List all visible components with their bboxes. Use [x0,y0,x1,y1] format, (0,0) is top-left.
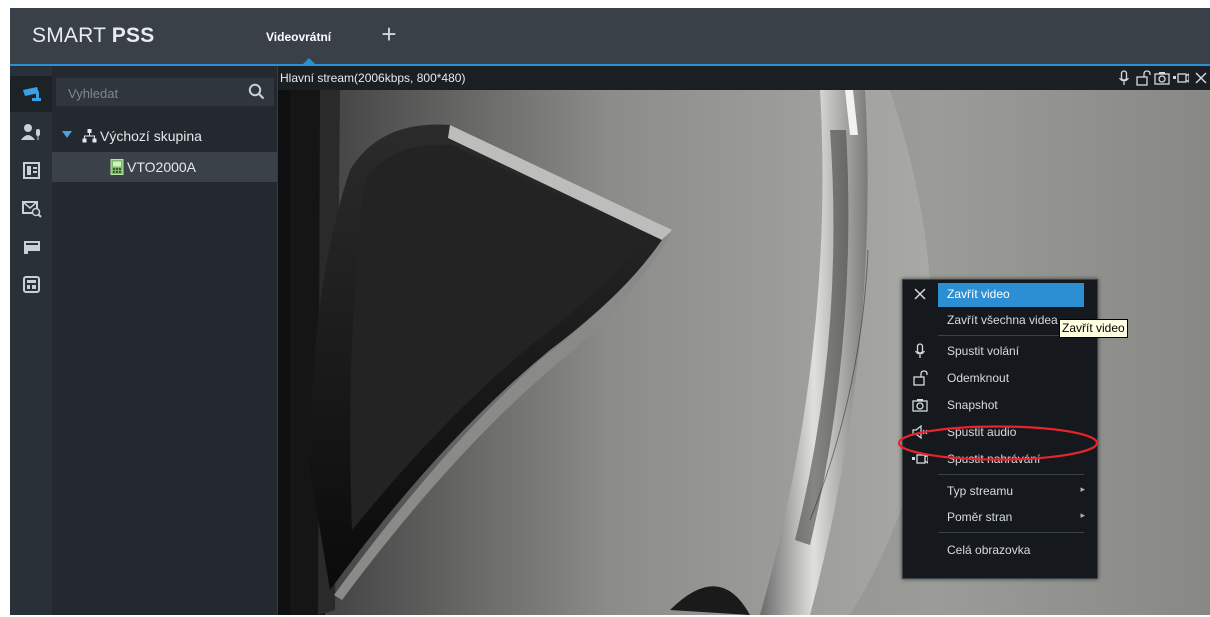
rail-item-door[interactable] [10,152,52,188]
search-input[interactable] [66,83,240,103]
tree-device-row[interactable]: VTO2000A [52,152,277,182]
unlock-icon[interactable] [1135,70,1151,86]
menu-item-label: Spustit volání [947,344,1020,358]
tooltip: Zavřít video [1059,319,1128,338]
menu-separator [938,532,1084,533]
menu-item-start-call[interactable]: Spustit volání [903,339,1097,363]
card-reader-icon [24,241,40,254]
door-icon [23,162,40,179]
group-tree-icon [82,129,97,143]
menu-item-label: Zavřít video [947,287,1010,301]
menu-item-unlock[interactable]: Odemknout [903,366,1097,390]
app-logo: SMART PSS [32,24,154,48]
panel-icon [23,276,40,293]
menu-item-aspect-ratio[interactable]: Poměr stran ▸ [903,505,1097,529]
menu-separator [938,474,1084,475]
snapshot-icon [912,399,928,412]
annotation-ellipse [897,425,1099,461]
device-label: VTO2000A [127,159,197,175]
menu-item-label: Poměr stran [947,510,1013,524]
tab-videovratni[interactable]: Videovrátní [256,8,386,65]
search-box [56,78,274,106]
menu-item-label: Snapshot [947,398,998,412]
submenu-arrow-icon: ▸ [1080,510,1085,520]
message-search-icon [22,201,42,218]
user-mic-icon [21,124,40,140]
smart-pss-window: SMART PSS Videovrátní + Vyhledat Výchozí… [10,8,1210,615]
search-icon[interactable] [248,83,265,100]
menu-item-label: Zavřít všechna videa [947,313,1058,327]
intercom-device-icon [110,159,124,175]
video-window[interactable]: Hlavní stream(2006kbps, 800*480) Zavřít … [278,66,1210,615]
title-bar: SMART PSS Videovrátní + [10,8,1210,65]
active-tab-indicator [303,58,315,64]
stream-info-text: Hlavní stream(2006kbps, 800*480) [280,71,466,85]
close-icon [914,288,926,300]
tree-group-row[interactable]: Výchozí skupina [52,122,277,150]
microphone-icon[interactable] [1116,70,1132,86]
record-icon[interactable] [1173,70,1189,86]
stream-info-bar: Hlavní stream(2006kbps, 800*480) [278,66,1210,90]
rail-item-messages[interactable] [10,190,52,226]
tab-label: Videovrátní [266,30,332,44]
menu-item-fullscreen[interactable]: Celá obrazovka [903,538,1097,562]
menu-item-snapshot[interactable]: Snapshot [903,393,1097,417]
device-tree-panel: Výchozí skupina VTO2000A [52,66,278,615]
menu-item-label: Celá obrazovka [947,543,1031,557]
rail-item-intercom[interactable] [10,114,52,150]
menu-item-close-video[interactable]: Zavřít video [903,282,1097,307]
rail-item-settings[interactable] [10,266,52,302]
module-rail [10,66,52,615]
menu-item-label: Typ streamu [947,484,1014,498]
rail-item-video[interactable] [10,76,52,112]
microphone-icon [914,343,926,358]
camera-icon [23,87,41,101]
menu-item-label: Odemknout [947,371,1010,385]
add-tab-button[interactable]: + [376,21,402,47]
submenu-arrow-icon: ▸ [1080,484,1085,494]
group-label: Výchozí skupina [100,128,202,144]
brand-bold: PSS [111,24,155,47]
expand-arrow-icon[interactable] [62,131,72,138]
brand-light: SMART [32,24,112,47]
unlock-icon [913,370,928,386]
stream-toolbar [1116,70,1208,86]
menu-item-stream-type[interactable]: Typ streamu ▸ [903,479,1097,503]
close-icon[interactable] [1193,70,1209,86]
rail-item-access[interactable] [10,228,52,264]
snapshot-icon[interactable] [1154,70,1170,86]
